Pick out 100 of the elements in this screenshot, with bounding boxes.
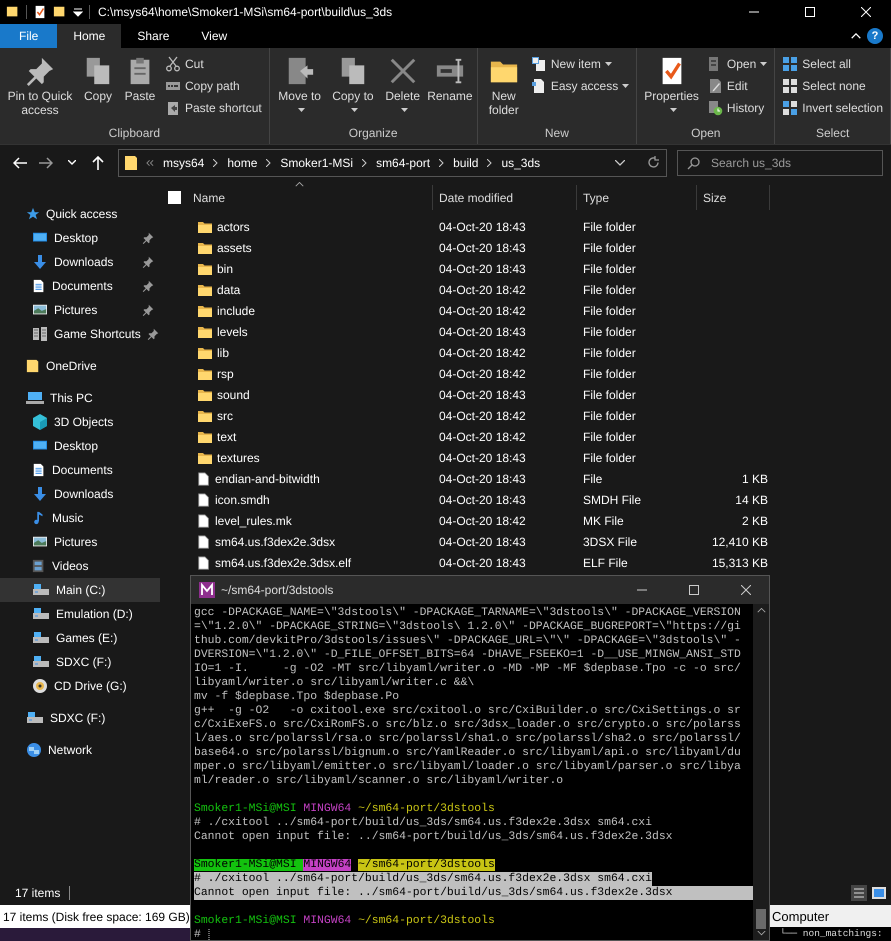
- pin-icon[interactable]: [142, 280, 154, 292]
- file-name[interactable]: textures: [217, 450, 260, 464]
- ribbon-button[interactable]: New folder: [482, 52, 526, 124]
- file-name[interactable]: icon.smdh: [215, 492, 270, 506]
- ribbon-tab[interactable]: Home: [57, 24, 122, 48]
- nav-item[interactable]: Downloads: [0, 250, 160, 274]
- help-button[interactable]: ?: [867, 28, 883, 44]
- nav-item[interactable]: Quick access: [0, 202, 160, 226]
- nav-item[interactable]: Main (C:): [0, 578, 160, 602]
- nav-item[interactable]: Documents: [0, 274, 160, 298]
- nav-item[interactable]: SDXC (F:): [0, 650, 160, 674]
- file-name[interactable]: bin: [217, 262, 234, 276]
- nav-item[interactable]: Pictures: [0, 530, 160, 554]
- ribbon-button[interactable]: Pin to Quick access: [4, 52, 76, 124]
- ribbon-button[interactable]: Properties: [641, 52, 702, 124]
- breadcrumb-item[interactable]: home: [227, 156, 258, 170]
- ribbon-button[interactable]: Copy: [78, 52, 118, 124]
- breadcrumb-item[interactable]: build: [453, 156, 478, 170]
- nav-item[interactable]: SDXC (F:): [0, 706, 160, 730]
- file-name[interactable]: data: [217, 282, 240, 296]
- ribbon-button[interactable]: New item: [528, 54, 632, 74]
- nav-item[interactable]: Emulation (D:): [0, 602, 160, 626]
- ribbon-button[interactable]: Invert selection: [779, 98, 886, 118]
- nav-item[interactable]: Downloads: [0, 482, 160, 506]
- ribbon-button[interactable]: Rename: [427, 52, 473, 124]
- nav-item[interactable]: Documents: [0, 458, 160, 482]
- ribbon-tab[interactable]: View: [185, 24, 244, 48]
- ribbon-tab[interactable]: Share: [121, 24, 186, 48]
- column-header[interactable]: Type: [577, 185, 697, 210]
- large-icons-button[interactable]: [871, 884, 887, 900]
- ribbon-tab[interactable]: File: [0, 24, 58, 48]
- ribbon-button[interactable]: Move to: [274, 52, 326, 124]
- document-icon: [530, 78, 547, 94]
- ribbon-button[interactable]: Copy path: [162, 76, 265, 96]
- breadcrumb-item[interactable]: sm64-port: [376, 156, 430, 170]
- file-name[interactable]: sm64.us.f3dex2e.3dsx.elf: [215, 556, 352, 570]
- nav-item[interactable]: Music: [0, 506, 160, 530]
- scroll-thumb[interactable]: [756, 909, 766, 929]
- nav-item[interactable]: Pictures: [0, 298, 160, 322]
- address-bar[interactable]: msys64 home Smoker1-MSi sm64-port build us_3ds: [118, 148, 667, 176]
- forward-icon: [39, 156, 53, 168]
- date-cell-text: 04-Oct-20 18:42: [438, 304, 527, 318]
- nav-item[interactable]: Game Shortcuts: [0, 322, 160, 346]
- date-cell-text: 04-Oct-20 18:42: [438, 408, 527, 422]
- up-button[interactable]: [90, 156, 106, 170]
- forward-button[interactable]: [38, 156, 54, 168]
- ribbon-button[interactable]: Easy access: [528, 76, 632, 96]
- file-name[interactable]: assets: [217, 240, 252, 254]
- ribbon-button[interactable]: Cut: [162, 54, 265, 74]
- pin-icon[interactable]: [146, 328, 159, 340]
- details-view-icon: [851, 884, 867, 900]
- output-line: mper.o src/libyaml/emitter.o src/libyaml/loader.o src/libyaml/parser.o src/libya: [194, 760, 742, 774]
- column-header[interactable]: Date modified: [433, 185, 577, 210]
- nav-item[interactable]: Games (E:): [0, 626, 160, 650]
- ribbon-button[interactable]: Select none: [779, 76, 886, 96]
- nav-item[interactable]: Desktop: [0, 226, 160, 250]
- ribbon-button[interactable]: Edit: [704, 76, 770, 96]
- file-name[interactable]: include: [217, 304, 256, 318]
- file-name[interactable]: sm64.us.f3dex2e.3dsx: [215, 534, 336, 548]
- back-button[interactable]: [12, 156, 28, 168]
- ribbon-button[interactable]: Paste shortcut: [162, 98, 265, 118]
- file-icon: [197, 470, 211, 486]
- output-line: Cannot open input file: ../sm64-port/build/us_3ds/sm64.us.f3dex2e.3dsx: [194, 830, 674, 844]
- ribbon-button[interactable]: Select all: [779, 54, 886, 74]
- pin-icon[interactable]: [142, 256, 154, 268]
- breadcrumb-item[interactable]: msys64: [163, 156, 204, 170]
- file-name[interactable]: level_rules.mk: [215, 514, 292, 528]
- file-name[interactable]: actors: [217, 220, 250, 234]
- select-all-checkbox[interactable]: [168, 191, 181, 204]
- nav-item[interactable]: OneDrive: [0, 354, 160, 378]
- ribbon-button[interactable]: History: [704, 98, 770, 118]
- ribbon-button[interactable]: Delete: [380, 52, 426, 124]
- ribbon-button[interactable]: Open: [704, 54, 770, 74]
- scrollbar[interactable]: [753, 604, 769, 940]
- pin-icon[interactable]: [142, 232, 154, 244]
- file-name[interactable]: src: [217, 408, 233, 422]
- nav-item[interactable]: 3D Objects: [0, 410, 160, 434]
- file-name[interactable]: lib: [217, 346, 230, 360]
- search-field[interactable]: Search us_3ds: [677, 150, 883, 176]
- file-name[interactable]: text: [217, 430, 236, 444]
- group-label: Select: [814, 125, 850, 142]
- nav-item[interactable]: Videos: [0, 554, 160, 578]
- ribbon-button[interactable]: Paste: [120, 52, 160, 124]
- column-header[interactable]: Name: [160, 185, 433, 210]
- details-view-button[interactable]: [851, 884, 867, 900]
- nav-item[interactable]: This PC: [0, 386, 160, 410]
- file-name[interactable]: rsp: [217, 366, 234, 380]
- file-name[interactable]: levels: [217, 324, 248, 338]
- breadcrumb-item[interactable]: us_3ds: [501, 156, 540, 170]
- output-line: ml/reader.o src/libyaml/scanner.o src/libyaml/writer.o: [194, 774, 564, 788]
- file-name[interactable]: sound: [217, 388, 250, 402]
- file-name[interactable]: endian-and-bitwidth: [215, 472, 320, 486]
- nav-item[interactable]: Desktop: [0, 434, 160, 458]
- type-cell-text: MK File: [582, 514, 625, 528]
- nav-item[interactable]: Network: [0, 738, 160, 762]
- column-header[interactable]: Size: [697, 185, 770, 210]
- pin-icon[interactable]: [142, 304, 154, 316]
- breadcrumb-item[interactable]: Smoker1-MSi: [280, 156, 354, 170]
- ribbon-button[interactable]: Copy to: [328, 52, 378, 124]
- nav-item[interactable]: CD Drive (G:): [0, 674, 160, 698]
